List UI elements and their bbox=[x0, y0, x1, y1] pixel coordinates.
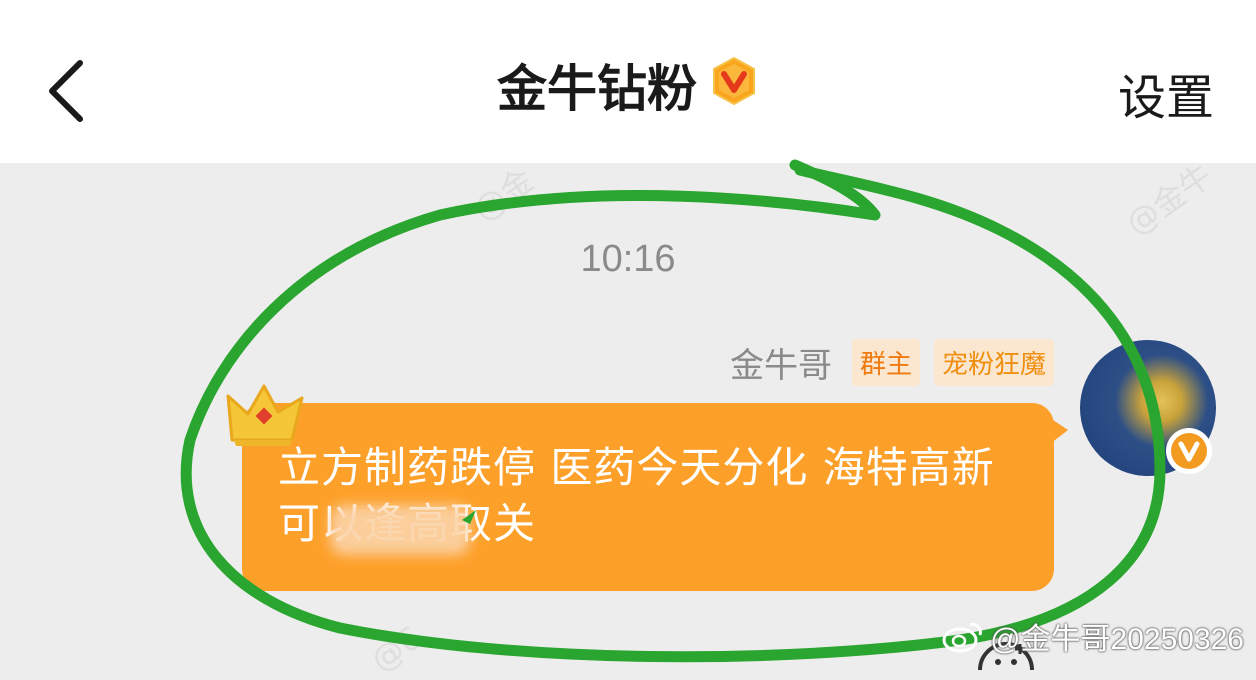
page-title: 金牛钻粉 bbox=[497, 60, 697, 118]
title-wrap: 金牛钻粉 bbox=[0, 50, 1256, 120]
background-watermark: @金牛 bbox=[1118, 156, 1220, 243]
fan-title-tag: 宠粉狂魔 bbox=[933, 338, 1054, 386]
weibo-logo-icon bbox=[942, 623, 982, 653]
blurred-text-region bbox=[330, 505, 470, 555]
crown-icon bbox=[226, 384, 304, 446]
verified-v-badge-icon bbox=[713, 56, 755, 106]
avatar-verified-icon bbox=[1166, 428, 1212, 474]
bubble-tail bbox=[1050, 418, 1068, 444]
top-bar: 金牛钻粉 设置 bbox=[0, 0, 1256, 163]
background-watermark: @金 bbox=[466, 160, 541, 229]
weibo-watermark: @金牛哥20250326 bbox=[942, 616, 1244, 656]
settings-button[interactable]: 设置 bbox=[1118, 58, 1214, 128]
sender-row: 金牛哥 群主 宠粉狂魔 bbox=[730, 338, 1054, 387]
group-owner-tag: 群主 bbox=[851, 338, 920, 386]
background-watermark: @6 bbox=[363, 618, 429, 680]
message-timestamp: 10:16 bbox=[580, 238, 676, 280]
sender-name[interactable]: 金牛哥 bbox=[730, 338, 832, 387]
sender-avatar[interactable] bbox=[1080, 340, 1216, 476]
watermark-credit-text: @金牛哥20250326 bbox=[990, 623, 1244, 656]
